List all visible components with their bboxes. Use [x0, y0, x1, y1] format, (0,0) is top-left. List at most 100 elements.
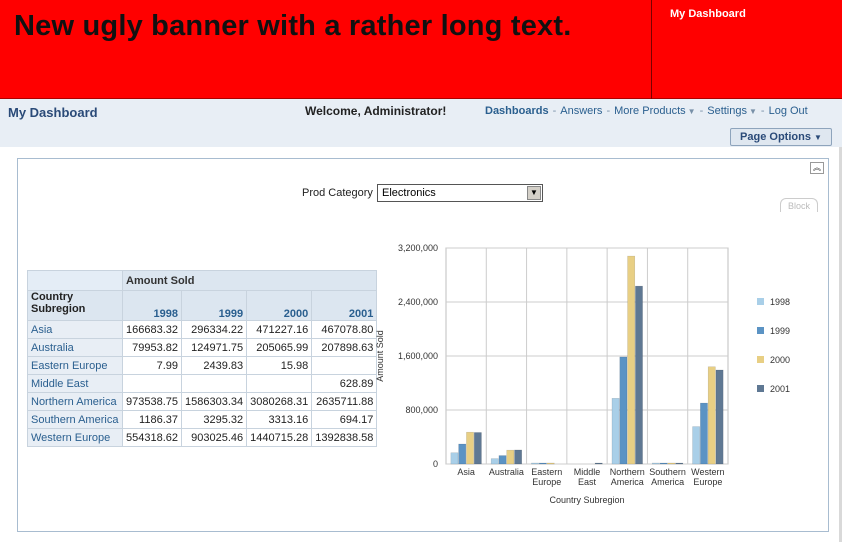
nav-logout-link[interactable]: Log Out: [769, 105, 808, 117]
chevron-down-icon: ▼: [814, 133, 822, 142]
y-tick-label: 3,200,000: [398, 243, 438, 253]
row-label[interactable]: Northern America: [27, 392, 123, 411]
table-cell: 554318.62: [122, 428, 182, 447]
bar: [611, 398, 620, 465]
block-tab: Block: [780, 198, 818, 212]
table-cell: 3080268.31: [246, 392, 313, 411]
table-row: Eastern Europe 7.99 2439.83 15.98: [27, 356, 378, 375]
bar: [692, 426, 701, 465]
legend-swatch: [757, 356, 764, 363]
nav-separator: -: [606, 105, 611, 117]
x-tick-label: America: [611, 477, 644, 487]
dropdown-arrow-icon[interactable]: ▼: [527, 186, 541, 200]
bar: [450, 452, 459, 465]
nav-separator: -: [699, 105, 704, 117]
x-tick-label: Southern: [649, 467, 686, 477]
bar: [675, 462, 684, 465]
chevron-down-icon[interactable]: ▼: [688, 107, 696, 116]
nav-separator: -: [552, 105, 557, 117]
row-label[interactable]: Asia: [27, 320, 123, 339]
table-cell: 3313.16: [246, 410, 313, 429]
bar: [466, 431, 474, 465]
row-label[interactable]: Australia: [27, 338, 123, 357]
prod-category-select[interactable]: Electronics ▼: [377, 184, 543, 202]
page-options-label: Page Options: [740, 131, 811, 143]
row-label[interactable]: Eastern Europe: [27, 356, 123, 375]
table-cell: 79953.82: [122, 338, 182, 357]
y-axis-title: Amount Sold: [375, 330, 385, 382]
legend-label: 1999: [770, 326, 790, 336]
table-cell: 628.89: [311, 374, 378, 393]
bar: [546, 462, 555, 465]
column-header[interactable]: 1999: [180, 290, 248, 321]
page-options-button[interactable]: Page Options ▼: [730, 128, 832, 146]
nav-dashboards-link[interactable]: Dashboards: [485, 105, 549, 117]
banner-dashboard-link[interactable]: My Dashboard: [670, 8, 746, 20]
column-header[interactable]: 2000: [246, 290, 313, 321]
table-cell: 694.17: [311, 410, 378, 429]
table-row: Asia 166683.32 296334.22 471227.16 467078.80: [27, 320, 378, 339]
measure-header: Amount Sold: [121, 270, 378, 291]
table-cell: 1392838.58: [311, 428, 378, 447]
row-label[interactable]: Middle East: [27, 374, 123, 393]
header-bar: My Dashboard Welcome, Administrator! Das…: [0, 99, 842, 147]
bar: [458, 443, 467, 465]
bar: [715, 369, 724, 465]
x-tick-label: Asia: [457, 467, 475, 477]
bar: [707, 366, 716, 465]
legend-label: 2000: [770, 355, 790, 365]
column-header[interactable]: 2001: [311, 290, 378, 321]
x-tick-label: Middle: [574, 467, 601, 477]
legend-label: 1998: [770, 297, 790, 307]
prod-category-value: Electronics: [382, 187, 436, 199]
nav-more-products-menu[interactable]: More Products: [614, 105, 686, 117]
y-tick-label: 0: [433, 459, 438, 469]
row-label[interactable]: Southern America: [27, 410, 123, 429]
bar: [506, 449, 515, 465]
table-cell: 1586303.34: [180, 392, 248, 411]
bar-chart: 0 800,000 1,600,000 2,400,000 3,200,000 Asia A…: [375, 243, 790, 505]
table-cell: [180, 374, 248, 393]
nav-settings-menu[interactable]: Settings: [707, 105, 747, 117]
table-cell: 903025.46: [180, 428, 248, 447]
table-cell: 15.98: [246, 356, 313, 375]
legend-swatch: [757, 298, 764, 305]
bar: [531, 462, 539, 465]
bar: [652, 462, 660, 465]
table-cell: 7.99: [122, 356, 182, 375]
chevron-down-icon[interactable]: ▼: [749, 107, 757, 116]
bar: [490, 458, 499, 465]
x-tick-label: America: [651, 477, 684, 487]
legend-label: 2001: [770, 384, 790, 394]
y-tick-label: 800,000: [405, 405, 438, 415]
x-tick-label: East: [578, 477, 597, 487]
table-cell: [246, 374, 313, 393]
bar: [473, 432, 482, 465]
legend-swatch: [757, 385, 764, 392]
y-tick-label: 2,400,000: [398, 297, 438, 307]
row-label[interactable]: Western Europe: [27, 428, 123, 447]
table-cell: 3295.32: [180, 410, 248, 429]
table-cell: 471227.16: [246, 320, 313, 339]
table-cell: 205065.99: [246, 338, 313, 357]
welcome-text: Welcome, Administrator!: [305, 104, 447, 118]
table-cell: [311, 356, 378, 375]
table-cell: 166683.32: [122, 320, 182, 339]
global-nav: Dashboards - Answers - More Products ▼ - Settin…: [485, 105, 808, 117]
table-row: Middle East 628.89: [27, 374, 378, 393]
chevrons-up-icon[interactable]: ︽: [810, 162, 824, 174]
bar: [498, 455, 507, 465]
column-header[interactable]: 1998: [122, 290, 182, 321]
prompt-label: Prod Category: [302, 187, 373, 199]
bar: [594, 462, 603, 465]
table-row: Southern America 1186.37 3295.32 3313.16 694…: [27, 410, 378, 429]
bar: [514, 449, 522, 465]
pivot-table: Amount Sold Country Subregion 1998 1999 …: [27, 270, 378, 447]
nav-answers-link[interactable]: Answers: [560, 105, 602, 117]
x-axis-title: Country Subregion: [549, 495, 624, 505]
table-cell: [122, 374, 182, 393]
table-cell: 2635711.88: [311, 392, 378, 411]
table-row: Western Europe 554318.62 903025.46 1440715.…: [27, 428, 378, 447]
x-tick-label: Eastern: [531, 467, 562, 477]
table-cell: 467078.80: [311, 320, 378, 339]
